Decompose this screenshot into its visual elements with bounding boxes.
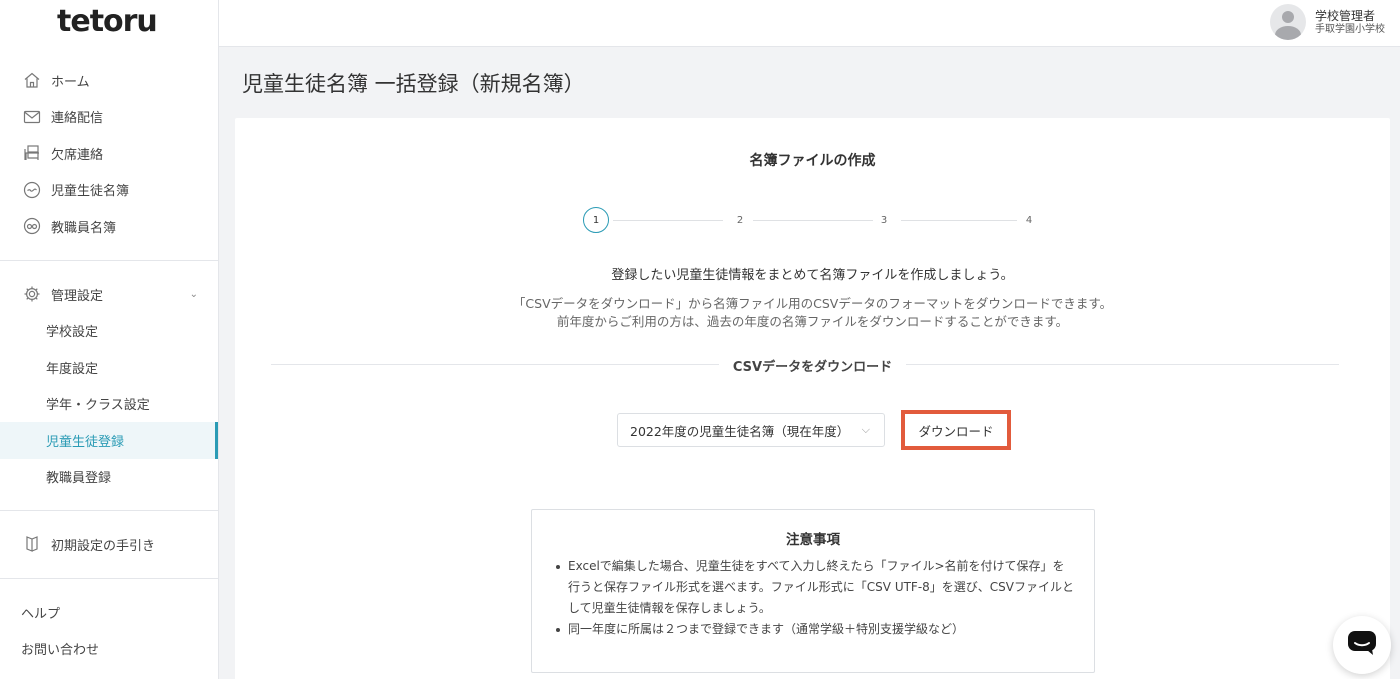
- school-name: 手取学園小学校: [1315, 23, 1385, 35]
- card-title: 名簿ファイルの作成: [749, 153, 876, 169]
- description: 「CSVデータをダウンロード」から名簿ファイル用のCSVデータのフォーマットをダ…: [235, 295, 1390, 331]
- page-title: 児童生徒名簿 一括登録（新規名簿）: [242, 72, 585, 96]
- sidebar-item-label: 教職員登録: [46, 471, 112, 487]
- sidebar-item-settings[interactable]: 管理設定 ⌄: [0, 276, 218, 313]
- sidebar-item-label: ヘルプ: [21, 606, 61, 622]
- sidebar: tetoru ホーム 連絡配信 欠席連絡 児童生徒名簿 教職員名簿 管理設定 ⌄…: [0, 0, 219, 679]
- sidebar-divider: [0, 260, 218, 261]
- settings-nav: 管理設定 ⌄ 学校設定 年度設定 学年・クラス設定 児童生徒登録 教職員登録: [0, 276, 218, 495]
- sidebar-item-label: 年度設定: [46, 361, 99, 377]
- notice-item: Excelで編集した場合、児童生徒をすべて入力し終えたら「ファイル>名前を付けて…: [556, 556, 1076, 619]
- description-line: 「CSVデータをダウンロード」から名簿ファイル用のCSVデータのフォーマットをダ…: [512, 296, 1113, 311]
- select-value: 2022年度の児童生徒名簿（現在年度）: [630, 423, 850, 439]
- home-icon: [22, 70, 42, 90]
- chevron-down-icon: ⌄: [189, 288, 198, 300]
- notice-box: 注意事項 Excelで編集した場合、児童生徒をすべて入力し終えたら「ファイル>名…: [531, 509, 1095, 673]
- sidebar-divider: [0, 578, 218, 579]
- mail-icon: [22, 107, 42, 127]
- step-connector: [613, 220, 723, 221]
- sidebar-item-school-settings[interactable]: 学校設定: [0, 313, 218, 350]
- student-icon: [22, 180, 42, 200]
- sidebar-item-label: 連絡配信: [51, 111, 104, 127]
- download-highlight: ダウンロード: [901, 410, 1011, 450]
- description-line: 前年度からご利用の方は、過去の年度の名簿ファイルをダウンロードすることができます…: [556, 314, 1069, 329]
- lead-text: 登録したい児童生徒情報をまとめて名簿ファイルを作成しましょう。: [611, 268, 1014, 283]
- sidebar-item-messages[interactable]: 連絡配信: [0, 99, 218, 136]
- sidebar-item-label: お問い合わせ: [21, 643, 100, 659]
- teacher-icon: [22, 216, 42, 236]
- sidebar-item-students[interactable]: 児童生徒名簿: [0, 172, 218, 209]
- avatar: [1270, 4, 1306, 40]
- sidebar-item-year-settings[interactable]: 年度設定: [0, 349, 218, 386]
- sidebar-item-label: 児童生徒登録: [46, 434, 125, 450]
- step-3: 3: [880, 214, 888, 226]
- support-nav: ヘルプ お問い合わせ: [0, 594, 218, 667]
- desk-icon: [22, 143, 42, 163]
- notice-title: 注意事項: [786, 532, 840, 548]
- sidebar-item-grade-class-settings[interactable]: 学年・クラス設定: [0, 386, 218, 423]
- sidebar-item-label: 欠席連絡: [51, 147, 104, 163]
- book-icon: [22, 534, 42, 554]
- sidebar-item-label: ホーム: [51, 74, 90, 90]
- user-menu[interactable]: 学校管理者 手取学園小学校: [1270, 4, 1385, 40]
- main-card: 名簿ファイルの作成 1 2 3 4 登録したい児童生徒情報をまとめて名簿ファイル…: [235, 118, 1390, 679]
- chat-icon: [1347, 630, 1377, 660]
- sidebar-item-home[interactable]: ホーム: [0, 62, 218, 99]
- sidebar-item-label: 管理設定: [51, 288, 104, 304]
- sidebar-item-teacher-registration[interactable]: 教職員登録: [0, 459, 218, 496]
- notice-list: Excelで編集した場合、児童生徒をすべて入力し終えたら「ファイル>名前を付けて…: [556, 556, 1076, 640]
- sidebar-item-student-registration[interactable]: 児童生徒登録: [0, 422, 218, 459]
- user-name: 学校管理者: [1315, 8, 1376, 23]
- sidebar-item-teachers[interactable]: 教職員名簿: [0, 208, 218, 245]
- chat-button[interactable]: [1333, 616, 1391, 674]
- chevron-down-icon: ⌵: [861, 423, 870, 436]
- sidebar-item-setup-guide[interactable]: 初期設定の手引き: [0, 526, 218, 563]
- top-bar: 学校管理者 手取学園小学校: [219, 0, 1400, 47]
- guide-nav: 初期設定の手引き: [0, 526, 218, 563]
- sidebar-item-label: 児童生徒名簿: [51, 184, 130, 200]
- sidebar-item-absence[interactable]: 欠席連絡: [0, 135, 218, 172]
- section-label: CSVデータをダウンロード: [235, 356, 1390, 375]
- stepper: 1 2 3 4: [583, 207, 1043, 233]
- year-roster-select[interactable]: 2022年度の児童生徒名簿（現在年度） ⌵: [617, 413, 885, 447]
- step-connector: [753, 220, 873, 221]
- gear-icon: [22, 284, 42, 304]
- sidebar-item-label: 学年・クラス設定: [46, 398, 150, 414]
- step-connector: [901, 220, 1017, 221]
- step-1: 1: [583, 207, 609, 233]
- sidebar-item-help[interactable]: ヘルプ: [0, 594, 218, 631]
- sidebar-item-label: 学校設定: [46, 325, 99, 341]
- notice-item: 同一年度に所属は２つまで登録できます（通常学級＋特別支援学級など）: [556, 619, 1076, 640]
- sidebar-item-label: 初期設定の手引き: [51, 538, 156, 554]
- main-nav: ホーム 連絡配信 欠席連絡 児童生徒名簿 教職員名簿: [0, 62, 218, 245]
- step-4: 4: [1025, 214, 1033, 226]
- sidebar-divider: [0, 510, 218, 511]
- sidebar-item-label: 教職員名簿: [51, 220, 117, 236]
- download-button[interactable]: ダウンロード: [911, 419, 1001, 441]
- sidebar-item-contact[interactable]: お問い合わせ: [0, 631, 218, 668]
- tetoru-logo[interactable]: tetoru: [57, 4, 158, 39]
- step-2: 2: [736, 214, 744, 226]
